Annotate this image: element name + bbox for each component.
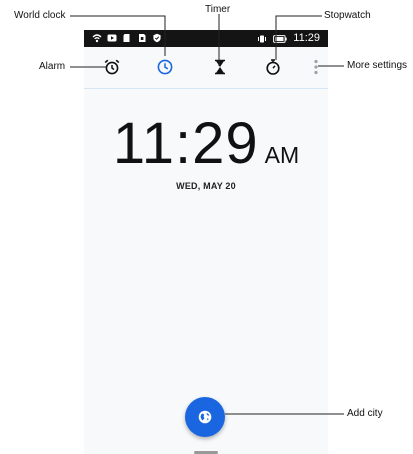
status-time: 11:29 bbox=[293, 32, 320, 44]
status-right-icons: 11:29 bbox=[257, 32, 320, 45]
time-ampm: AM bbox=[264, 142, 300, 168]
annotation-timer: Timer bbox=[205, 4, 231, 15]
hourglass-icon bbox=[215, 59, 225, 75]
sd-card-icon bbox=[123, 34, 130, 42]
annotation-add-city: Add city bbox=[347, 408, 383, 419]
status-left-icons bbox=[92, 33, 162, 43]
tab-alarm[interactable] bbox=[102, 57, 122, 77]
wifi-icon bbox=[92, 34, 102, 43]
tab-stopwatch[interactable] bbox=[263, 57, 283, 77]
more-settings-button[interactable] bbox=[306, 57, 326, 77]
tab-timer[interactable] bbox=[210, 57, 230, 77]
clock-icon bbox=[157, 59, 173, 75]
tab-world-clock[interactable] bbox=[155, 57, 175, 77]
tab-toolbar bbox=[84, 47, 328, 89]
current-date: WED, MAY 20 bbox=[176, 181, 236, 191]
sim-icon bbox=[139, 34, 146, 42]
alarm-icon bbox=[104, 59, 120, 75]
youtube-icon bbox=[107, 34, 117, 42]
status-bar: 11:29 bbox=[84, 30, 328, 47]
current-time-display: 11:29 AM bbox=[84, 110, 328, 177]
battery-icon bbox=[273, 34, 287, 43]
clock-app-screen: 11:29 11:29 AM WED, MAY 20 bbox=[84, 30, 328, 454]
globe-icon bbox=[198, 410, 212, 424]
more-vert-icon bbox=[314, 59, 318, 75]
shield-icon bbox=[153, 33, 161, 43]
annotation-more-settings: More settings bbox=[347, 60, 408, 71]
vibrate-icon bbox=[258, 35, 267, 42]
annotation-alarm: Alarm bbox=[39, 61, 66, 72]
add-city-button[interactable] bbox=[185, 397, 225, 437]
annotation-stopwatch: Stopwatch bbox=[324, 10, 371, 21]
annotation-world-clock: World clock bbox=[14, 10, 66, 21]
time-digits: 11:29 bbox=[112, 111, 259, 176]
stopwatch-icon bbox=[266, 59, 280, 75]
